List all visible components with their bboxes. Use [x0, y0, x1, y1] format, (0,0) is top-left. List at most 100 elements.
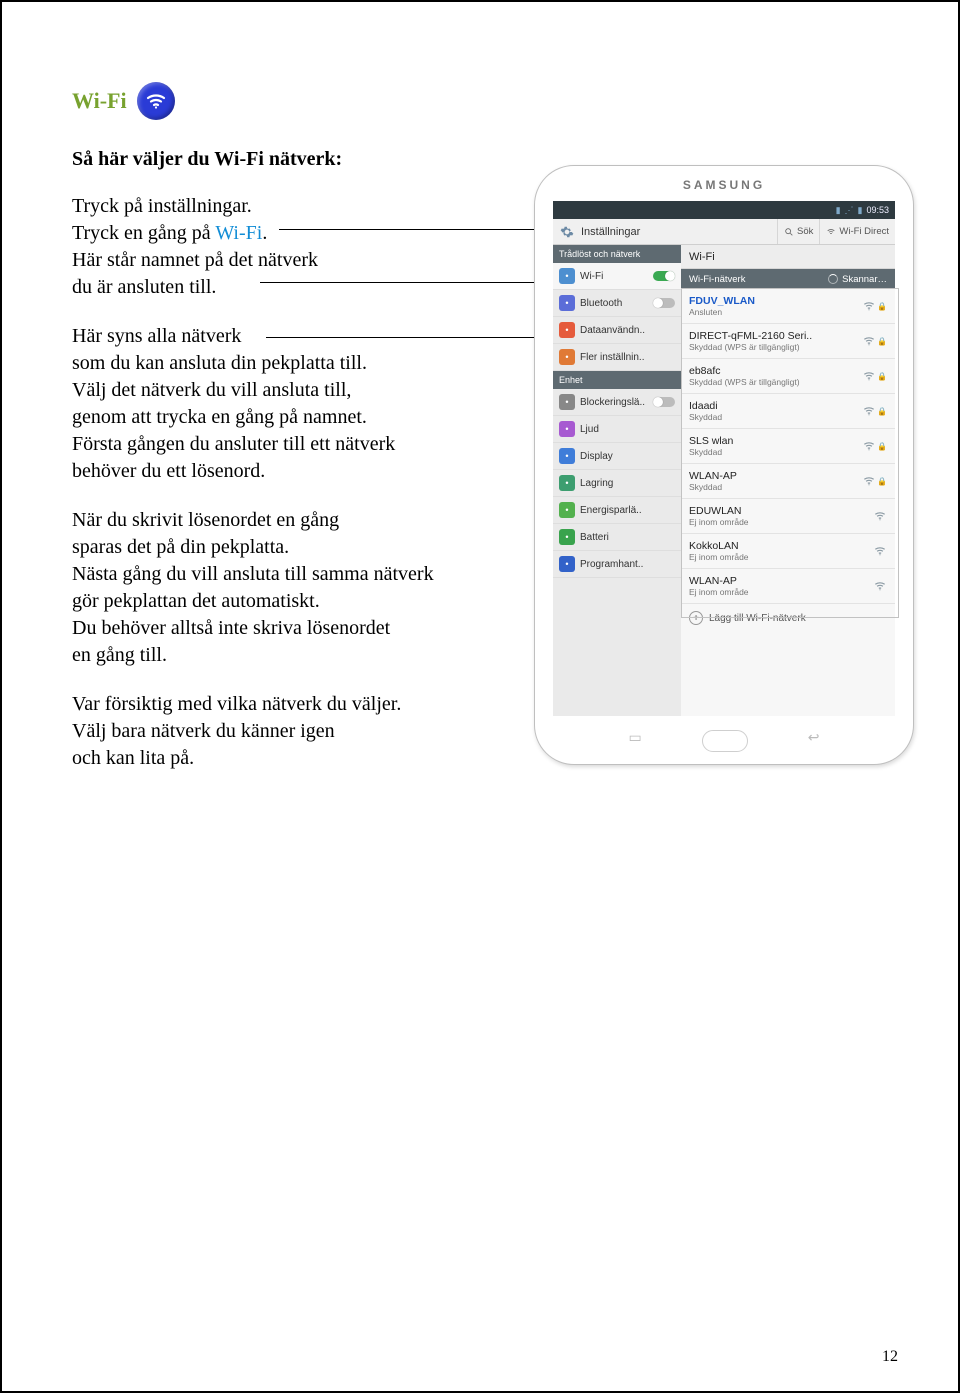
- sidebar-item[interactable]: • Batteri: [553, 524, 681, 551]
- sidebar-item[interactable]: • Ljud: [553, 416, 681, 443]
- network-row[interactable]: WLAN-APEj inom område: [681, 569, 895, 604]
- plus-icon: +: [689, 611, 703, 625]
- toggle-switch[interactable]: [653, 397, 675, 407]
- more-icon: •: [559, 349, 575, 365]
- device-mock: SAMSUNG ▮ ⋰ ▮ 09:53 Inställningar Sök: [534, 165, 914, 765]
- lock-icon: 🔒: [877, 477, 887, 486]
- network-row[interactable]: eb8afcSkyddad (WPS är tillgängligt) 🔒: [681, 359, 895, 394]
- network-row[interactable]: KokkoLANEj inom område: [681, 534, 895, 569]
- bt-icon: •: [559, 295, 575, 311]
- wifi-signal-icon: [873, 544, 887, 558]
- sidebar-item-label: Lagring: [580, 478, 613, 489]
- wifi-signal-icon: 🔒: [862, 439, 887, 453]
- device-screen: ▮ ⋰ ▮ 09:53 Inställningar Sök Wi-Fi Dire…: [553, 201, 895, 716]
- sidebar-item-label: Bluetooth: [580, 298, 622, 309]
- network-row[interactable]: DIRECT-qFML-2160 Seri..Skyddad (WPS är t…: [681, 324, 895, 359]
- network-row[interactable]: IdaadiSkyddad 🔒: [681, 394, 895, 429]
- page-number: 12: [882, 1348, 898, 1366]
- stor-icon: •: [559, 475, 575, 491]
- page-title: Wi-Fi: [72, 88, 127, 114]
- network-status: Skyddad: [689, 447, 856, 457]
- toggle-switch[interactable]: [653, 271, 675, 281]
- sidebar-item-label: Batteri: [580, 532, 609, 543]
- scanning-label: Skannar…: [842, 274, 887, 285]
- spinner-icon: [828, 274, 838, 284]
- data-icon: •: [559, 322, 575, 338]
- sidebar-item[interactable]: •Dataanvändn..: [553, 317, 681, 344]
- wifi-direct-button[interactable]: Wi-Fi Direct: [819, 219, 895, 244]
- search-label: Sök: [797, 226, 813, 237]
- menu-nav-icon[interactable]: ▭: [629, 730, 642, 752]
- wifi-panel-subtitle: Wi-Fi-nätverk: [689, 274, 745, 285]
- add-network-label: Lägg till Wi-Fi-nätverk: [709, 613, 806, 624]
- sidebar-item[interactable]: •Display: [553, 443, 681, 470]
- sidebar-item[interactable]: • Lagring: [553, 470, 681, 497]
- wifi-panel: Wi-Fi Wi-Fi-nätverk Skannar… FDUV_WLANAn…: [681, 245, 895, 716]
- sidebar-item-label: Fler inställnin..: [580, 352, 644, 363]
- network-name: WLAN-AP: [689, 575, 867, 587]
- settings-sidebar: Trådlöst och nätverk •Wi-Fi•Bluetooth•Da…: [553, 245, 681, 716]
- network-name: Idaadi: [689, 400, 856, 412]
- network-status: Ej inom område: [689, 552, 867, 562]
- network-status: Ej inom område: [689, 587, 867, 597]
- wifi-link-text: Wi-Fi: [215, 222, 262, 244]
- status-time: 09:53: [866, 205, 889, 215]
- network-status: Ansluten: [689, 307, 856, 317]
- wifi-direct-label: Wi-Fi Direct: [839, 226, 889, 237]
- add-network-row[interactable]: + Lägg till Wi-Fi-nätverk: [681, 604, 895, 632]
- search-button[interactable]: Sök: [777, 219, 819, 244]
- sidebar-item[interactable]: • Wi-Fi: [553, 263, 681, 290]
- sidebar-item-label: Programhant..: [580, 559, 643, 570]
- sidebar-item[interactable]: • Fler inställnin..: [553, 344, 681, 371]
- wifi-signal-icon: 🔒: [862, 369, 887, 383]
- wifi-signal-icon: 🔒: [862, 334, 887, 348]
- battery-icon: ▮: [858, 205, 863, 216]
- sidebar-item-label: Wi-Fi: [580, 271, 603, 282]
- signal-icon: ▮: [836, 205, 841, 216]
- network-row[interactable]: EDUWLANEj inom område: [681, 499, 895, 534]
- wifi-signal-icon: [873, 579, 887, 593]
- network-name: EDUWLAN: [689, 505, 867, 517]
- network-status: Skyddad: [689, 482, 856, 492]
- wifi-signal-icon: 🔒: [862, 299, 887, 313]
- wifi-signal-icon: 🔒: [862, 474, 887, 488]
- power-icon: •: [559, 502, 575, 518]
- home-button[interactable]: [702, 730, 748, 752]
- lock-icon: 🔒: [877, 372, 887, 381]
- sidebar-item[interactable]: • Bluetooth: [553, 290, 681, 317]
- sidebar-item[interactable]: • Blockeringslä..: [553, 389, 681, 416]
- network-row[interactable]: WLAN-APSkyddad🔒: [681, 464, 895, 499]
- network-status: Skyddad (WPS är tillgängligt): [689, 377, 856, 387]
- device-brand: SAMSUNG: [535, 178, 913, 192]
- network-name: FDUV_WLAN: [689, 295, 856, 307]
- lock-icon: 🔒: [877, 302, 887, 311]
- back-nav-icon[interactable]: ↩: [808, 730, 820, 752]
- wifi-status-icon: ⋰: [845, 205, 854, 216]
- lock-icon: 🔒: [877, 337, 887, 346]
- scanning-indicator: Skannar…: [828, 274, 887, 285]
- sidebar-item[interactable]: •Energisparlä..: [553, 497, 681, 524]
- lock-icon: 🔒: [877, 407, 887, 416]
- network-row[interactable]: SLS wlanSkyddad 🔒: [681, 429, 895, 464]
- wifi-signal-icon: 🔒: [862, 404, 887, 418]
- wifi-icon: •: [559, 268, 575, 284]
- batt-icon: •: [559, 529, 575, 545]
- toggle-switch[interactable]: [653, 298, 675, 308]
- network-name: SLS wlan: [689, 435, 856, 447]
- status-bar: ▮ ⋰ ▮ 09:53: [553, 201, 895, 219]
- wifi-signal-icon: [873, 509, 887, 523]
- network-row[interactable]: FDUV_WLANAnsluten 🔒: [681, 289, 895, 324]
- block-icon: •: [559, 394, 575, 410]
- network-name: DIRECT-qFML-2160 Seri..: [689, 330, 856, 342]
- sound-icon: •: [559, 421, 575, 437]
- gear-icon: [559, 224, 575, 240]
- section-device: Enhet: [553, 371, 681, 389]
- wifi-panel-title: Wi-Fi: [689, 251, 715, 263]
- sidebar-item-label: Blockeringslä..: [580, 397, 645, 408]
- settings-header: Inställningar Sök Wi-Fi Direct: [553, 219, 895, 245]
- sidebar-item[interactable]: •Programhant..: [553, 551, 681, 578]
- network-name: eb8afc: [689, 365, 856, 377]
- sidebar-item-label: Ljud: [580, 424, 599, 435]
- lock-icon: 🔒: [877, 442, 887, 451]
- network-status: Skyddad: [689, 412, 856, 422]
